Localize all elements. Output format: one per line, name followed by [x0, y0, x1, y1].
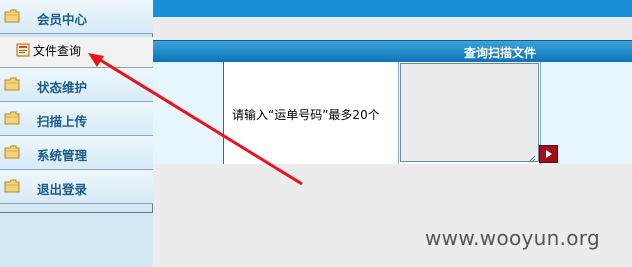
sidebar-item-label: 文件查询	[33, 44, 82, 58]
folder-icon	[4, 145, 20, 159]
resize-grip-icon[interactable]	[528, 152, 536, 163]
banner-gap	[152, 17, 632, 39]
table-title: 查询扫描文件	[464, 46, 537, 60]
sidebar-item-label: 系统管理	[37, 148, 88, 163]
waybill-number-input[interactable]	[400, 63, 539, 162]
empty-cell	[153, 62, 224, 164]
folder-icon	[4, 111, 20, 125]
sidebar-menu: 会员中心 文件查询 状态维护 扫描上传 系统管理 退出登录	[0, 0, 153, 213]
document-icon	[16, 43, 31, 57]
waybill-prompt-label: 请输入“运单号码”最多20个	[232, 108, 380, 122]
table-header: 查询扫描文件	[153, 40, 632, 62]
sidebar-item-status-maintenance[interactable]: 状态维护	[0, 68, 153, 102]
folder-icon	[4, 9, 20, 23]
sidebar: 会员中心 文件查询 状态维护 扫描上传 系统管理 退出登录	[0, 0, 153, 267]
sidebar-item-label: 退出登录	[37, 182, 88, 197]
submit-button[interactable]	[539, 145, 558, 163]
watermark: www.wooyun.org	[425, 226, 600, 250]
prompt-cell: 请输入“运单号码”最多20个	[224, 62, 399, 164]
sidebar-item-system-management[interactable]: 系统管理	[0, 136, 153, 170]
sidebar-item-label: 状态维护	[37, 80, 88, 95]
query-row: 请输入“运单号码”最多20个	[153, 62, 632, 164]
sidebar-item-label: 扫描上传	[37, 114, 88, 129]
sidebar-item-label: 会员中心	[37, 12, 88, 27]
play-arrow-icon	[545, 150, 552, 158]
sidebar-item-scan-upload[interactable]: 扫描上传	[0, 102, 153, 136]
sidebar-item-member-center[interactable]: 会员中心	[0, 0, 153, 34]
sidebar-item-logout[interactable]: 退出登录	[0, 170, 153, 204]
sidebar-item-file-query[interactable]: 文件查询	[0, 37, 153, 68]
folder-icon	[4, 77, 20, 91]
folder-icon	[4, 179, 20, 193]
top-banner-strip	[152, 0, 632, 17]
input-cell	[399, 62, 541, 164]
